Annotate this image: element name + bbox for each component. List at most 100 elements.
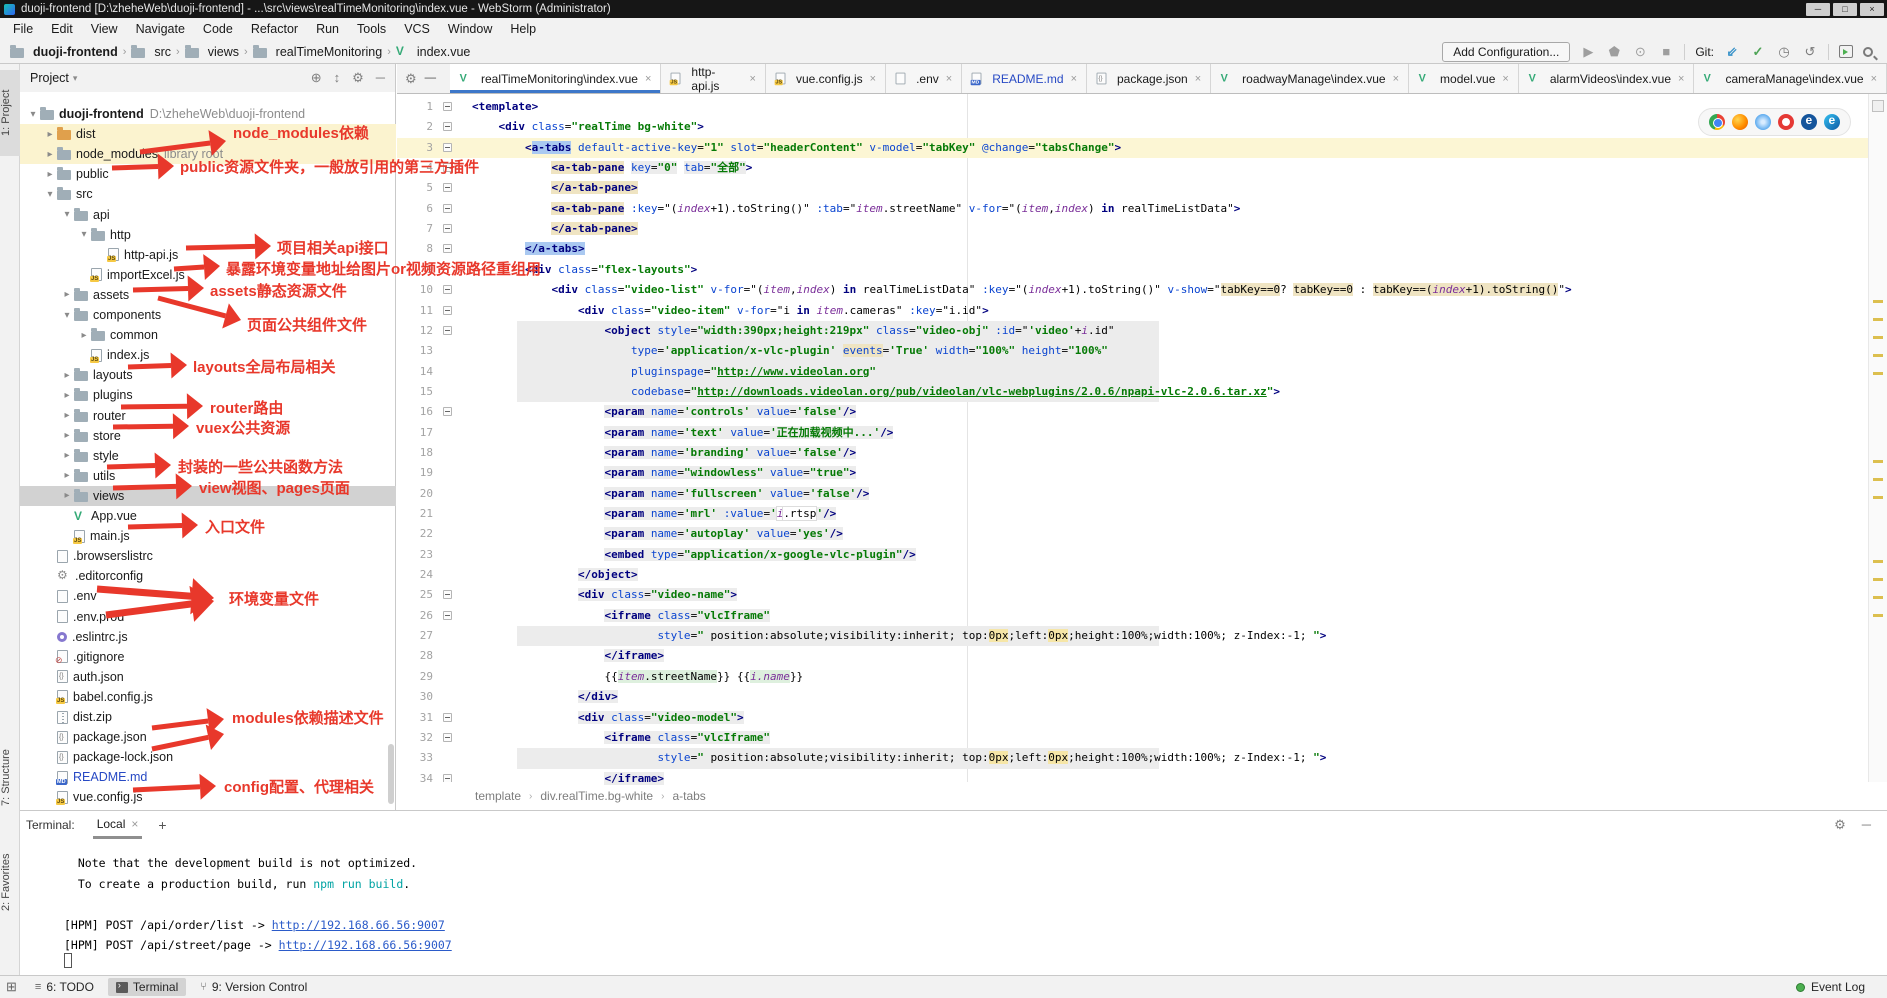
error-stripe-mark[interactable]	[1873, 300, 1883, 303]
tree-item-.editorconfig[interactable]: .editorconfig	[20, 566, 396, 586]
menu-vcs[interactable]: VCS	[395, 20, 439, 38]
tab-roadwayManage-index-vue[interactable]: roadwayManage\index.vue×	[1211, 64, 1409, 93]
chrome-icon[interactable]	[1709, 114, 1725, 130]
sidebar-item-project[interactable]: 1: Project	[0, 70, 20, 156]
close-icon[interactable]: ×	[131, 817, 138, 831]
tree-item-dist[interactable]: ▸dist	[20, 124, 396, 144]
tree-item-components[interactable]: ▾components	[20, 305, 396, 325]
close-icon[interactable]: ×	[645, 73, 651, 85]
tree-item-duoji-frontend[interactable]: ▾duoji-frontend D:\zheheWeb\duoji-fronte…	[20, 104, 396, 124]
scroll-from-source-icon[interactable]: ↕	[334, 70, 341, 86]
statusbar-9-version-control[interactable]: ⑂9: Version Control	[192, 978, 315, 996]
opera-icon[interactable]	[1778, 114, 1794, 130]
chevron-icon[interactable]: ▸	[43, 149, 57, 160]
tree-item-.browserslistrc[interactable]: .browserslistrc	[20, 546, 396, 566]
project-panel-title[interactable]: Project	[30, 71, 69, 85]
tree-item-importExcel.js[interactable]: importExcel.js	[20, 265, 396, 285]
editor-breadcrumb-template[interactable]: template	[475, 789, 521, 803]
tab-alarmVideos-index-vue[interactable]: alarmVideos\index.vue×	[1519, 64, 1695, 93]
menu-view[interactable]: View	[82, 20, 127, 38]
fold-icon[interactable]	[443, 326, 452, 335]
tree-item-.env.prod[interactable]: .env.prod	[20, 607, 396, 627]
fold-icon[interactable]	[443, 285, 452, 294]
edge-icon[interactable]	[1824, 114, 1840, 130]
gear-icon[interactable]: ⚙	[1834, 817, 1846, 833]
sidebar-item-structure[interactable]: 7: Structure	[0, 732, 20, 824]
tree-item-common[interactable]: ▸common	[20, 325, 396, 345]
tree-item-views[interactable]: ▸views	[20, 486, 396, 506]
breadcrumb-item-duoji-frontend[interactable]: duoji-frontend	[10, 45, 118, 59]
chevron-icon[interactable]: ▸	[60, 450, 74, 461]
chevron-icon[interactable]: ▸	[43, 169, 57, 180]
tab-realTimeMonitoring-index-vue[interactable]: realTimeMonitoring\index.vue×	[450, 64, 661, 93]
tree-item-.eslintrc.js[interactable]: .eslintrc.js	[20, 627, 396, 647]
event-log[interactable]: Event Log	[1796, 980, 1887, 994]
fold-icon[interactable]	[443, 224, 452, 233]
tab-cameraManage-index-vue[interactable]: cameraManage\index.vue×	[1694, 64, 1887, 93]
fold-icon[interactable]	[443, 733, 452, 742]
tool-window-switcher-icon[interactable]: ⊞	[6, 979, 17, 995]
statusbar-6-todo[interactable]: ≡6: TODO	[27, 978, 102, 996]
error-stripe-mark[interactable]	[1873, 578, 1883, 581]
tree-item-store[interactable]: ▸store	[20, 426, 396, 446]
breadcrumb-item-src[interactable]: src	[131, 45, 171, 59]
stop-icon[interactable]: ■	[1658, 44, 1674, 59]
close-icon[interactable]: ×	[1071, 73, 1077, 85]
chevron-icon[interactable]: ▸	[60, 390, 74, 401]
close-icon[interactable]: ×	[1195, 73, 1201, 85]
fold-icon[interactable]	[443, 163, 452, 172]
menu-run[interactable]: Run	[307, 20, 348, 38]
error-stripe-mark[interactable]	[1873, 596, 1883, 599]
maximize-button[interactable]: □	[1833, 3, 1857, 16]
error-stripe-mark[interactable]	[1873, 336, 1883, 339]
safari-icon[interactable]	[1755, 114, 1771, 130]
tree-item-App.vue[interactable]: App.vue	[20, 506, 396, 526]
minimize-icon[interactable]: ─	[1862, 817, 1871, 833]
tab-http-api-js[interactable]: http-api.js×	[661, 64, 766, 93]
chevron-icon[interactable]: ▾	[26, 109, 40, 120]
error-stripe-mark[interactable]	[1873, 318, 1883, 321]
error-stripe-mark[interactable]	[1873, 460, 1883, 463]
tree-item-style[interactable]: ▸style	[20, 446, 396, 466]
tree-item-plugins[interactable]: ▸plugins	[20, 385, 396, 405]
fold-icon[interactable]	[443, 244, 452, 253]
close-icon[interactable]: ×	[870, 73, 876, 85]
menu-code[interactable]: Code	[194, 20, 242, 38]
tree-item-assets[interactable]: ▸assets	[20, 285, 396, 305]
tree-item-package.json[interactable]: package.json	[20, 727, 396, 747]
fold-icon[interactable]	[443, 590, 452, 599]
hide-icon[interactable]: ─	[376, 70, 385, 86]
tree-item-public[interactable]: ▸public	[20, 164, 396, 184]
run-anything-icon[interactable]	[1839, 45, 1853, 58]
fold-icon[interactable]	[443, 122, 452, 131]
menu-tools[interactable]: Tools	[348, 20, 395, 38]
tree-item-package-lock.json[interactable]: package-lock.json	[20, 747, 396, 767]
close-button[interactable]: ×	[1860, 3, 1884, 16]
error-stripe-mark[interactable]	[1873, 614, 1883, 617]
terminal-link[interactable]: http://192.168.66.56:9007	[272, 918, 445, 932]
tree-item-http[interactable]: ▾http	[20, 225, 396, 245]
hide-tabs-icon[interactable]: ─	[425, 70, 436, 88]
history-icon[interactable]: ◷	[1776, 44, 1792, 60]
error-stripe-mark[interactable]	[1873, 560, 1883, 563]
fold-icon[interactable]	[443, 183, 452, 192]
minimize-button[interactable]: ─	[1806, 3, 1830, 16]
locate-icon[interactable]: ⊕	[311, 70, 322, 86]
tab-package-json[interactable]: package.json×	[1087, 64, 1211, 93]
close-icon[interactable]: ×	[1871, 73, 1877, 85]
fold-icon[interactable]	[443, 102, 452, 111]
tree-item-dist.zip[interactable]: dist.zip	[20, 707, 396, 727]
git-update-icon[interactable]: ⇙	[1724, 44, 1740, 60]
tree-item-.gitignore[interactable]: .gitignore	[20, 647, 396, 667]
tree-item-.env[interactable]: .env	[20, 586, 396, 606]
gear-icon[interactable]: ⚙	[405, 71, 417, 87]
debug-icon[interactable]: ⬟	[1606, 44, 1622, 60]
close-icon[interactable]: ×	[1502, 73, 1508, 85]
close-icon[interactable]: ×	[750, 73, 756, 85]
chevron-icon[interactable]: ▸	[60, 289, 74, 300]
tree-item-router[interactable]: ▸router	[20, 406, 396, 426]
tab--env[interactable]: .env×	[886, 64, 962, 93]
ie-icon[interactable]	[1801, 114, 1817, 130]
chevron-icon[interactable]: ▸	[60, 470, 74, 481]
menu-window[interactable]: Window	[439, 20, 501, 38]
